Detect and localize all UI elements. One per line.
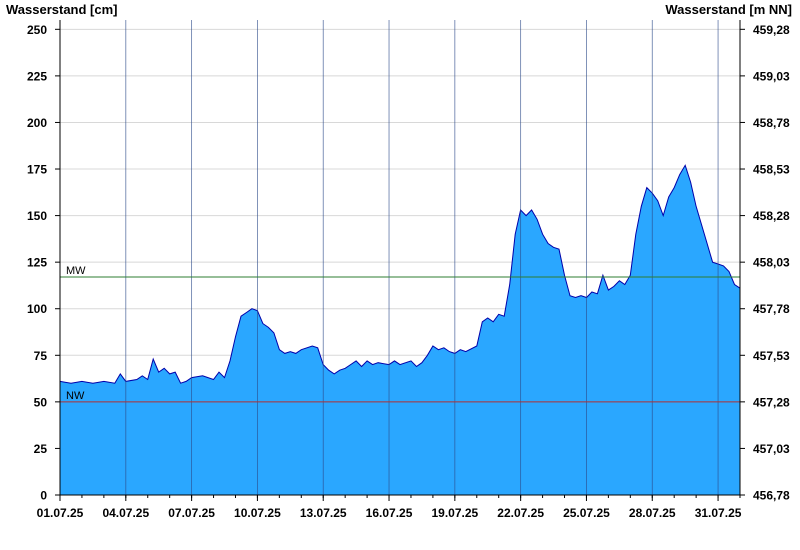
- left-y-tick-label: 225: [27, 69, 47, 83]
- left-y-tick-label: 175: [27, 163, 47, 177]
- left-y-tick-label: 50: [34, 395, 48, 409]
- right-y-tick-label: 458,53: [753, 163, 790, 177]
- right-y-tick-label: 458,28: [753, 209, 790, 223]
- x-tick-label: 31.07.25: [695, 506, 742, 520]
- right-y-tick-label: 459,28: [753, 23, 790, 37]
- x-tick-label: 16.07.25: [366, 506, 413, 520]
- right-y-tick-label: 457,78: [753, 302, 790, 316]
- right-y-tick-label: 457,03: [753, 442, 790, 456]
- water-level-chart: MW NW 0 456,78 25 457,03 50 457,28 75 457,53 100 4…: [27, 20, 790, 520]
- x-tick-label: 22.07.25: [497, 506, 544, 520]
- right-y-tick-label: 458,03: [753, 256, 790, 270]
- x-tick-label: 01.07.25: [37, 506, 84, 520]
- x-tick-label: 04.07.25: [102, 506, 149, 520]
- x-tick-label: 07.07.25: [168, 506, 215, 520]
- right-y-tick-label: 457,53: [753, 349, 790, 363]
- water-level-area: [60, 165, 740, 496]
- right-y-tick-label: 457,28: [753, 395, 790, 409]
- x-tick-label: 13.07.25: [300, 506, 347, 520]
- left-y-tick-label: 150: [27, 209, 47, 223]
- left-y-tick-label: 125: [27, 256, 47, 270]
- x-tick-label: 19.07.25: [431, 506, 478, 520]
- right-y-tick-label: 456,78: [753, 489, 790, 503]
- left-y-tick-label: 25: [34, 442, 48, 456]
- left-y-tick-label: 75: [34, 349, 48, 363]
- left-y-tick-label: 250: [27, 23, 47, 37]
- left-y-tick-label: 100: [27, 302, 47, 316]
- x-tick-label: 25.07.25: [563, 506, 610, 520]
- left-y-tick-label: 0: [40, 489, 47, 503]
- x-tick-label: 10.07.25: [234, 506, 281, 520]
- reference-label-nw: NW: [66, 390, 85, 402]
- right-y-tick-label: 458,78: [753, 116, 790, 130]
- right-y-tick-label: 459,03: [753, 69, 790, 83]
- x-tick-label: 28.07.25: [629, 506, 676, 520]
- left-y-tick-label: 200: [27, 116, 47, 130]
- reference-label-mw: MW: [66, 265, 86, 277]
